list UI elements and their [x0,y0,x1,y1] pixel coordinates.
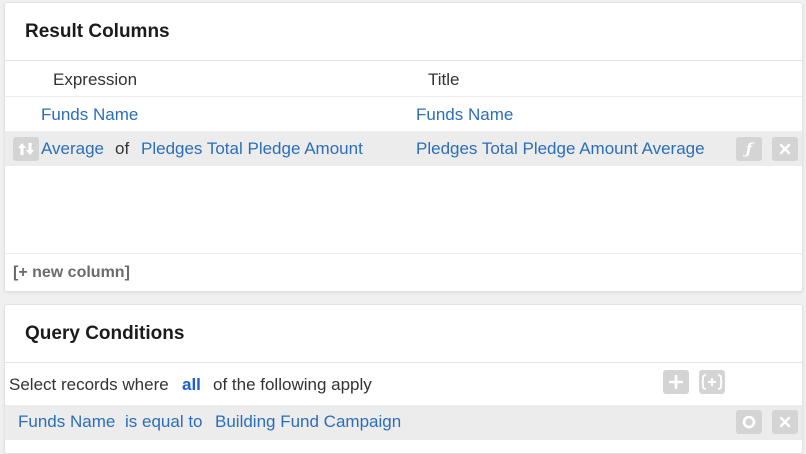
expression-field-link[interactable]: Pledges Total Pledge Amount [141,139,363,159]
circle-icon[interactable] [736,410,762,434]
condition-match-row: Select records where all of the followin… [5,364,802,404]
close-icon[interactable] [772,137,798,161]
columns-header-row: Expression Title [5,62,802,97]
aggregate-function-link[interactable]: Average [41,139,104,159]
condition-operator-link[interactable]: is equal to [125,412,203,432]
new-column-link[interactable]: [+ new column] [13,264,130,282]
match-suffix-label: of the following apply [213,375,372,394]
match-prefix-label: Select records where [9,375,169,394]
sort-arrows-icon[interactable] [13,137,39,161]
condition-value-link[interactable]: Building Fund Campaign [215,412,401,432]
title-header: Title [428,70,460,89]
of-label: of [115,139,130,158]
column-row: Average of Pledges Total Pledge Amount P… [5,132,802,166]
close-icon[interactable] [772,410,798,434]
result-columns-title: Result Columns [5,3,802,61]
function-icon[interactable]: ƒ [736,137,762,161]
expression-header: Expression [53,70,138,89]
condition-field-link[interactable]: Funds Name [18,412,115,432]
query-conditions-panel: Query Conditions Select records where al… [4,304,803,454]
brace-group-icon[interactable] [699,370,725,394]
expression-field-link[interactable]: Funds Name [41,105,138,125]
columns-footer: [+ new column] [5,253,802,291]
query-conditions-title: Query Conditions [5,305,802,363]
column-row: Funds Name Funds Name [5,98,802,132]
condition-row: Funds Name is equal to Building Fund Cam… [5,405,802,440]
column-title-link[interactable]: Funds Name [416,105,513,125]
column-title-link[interactable]: Pledges Total Pledge Amount Average [416,139,705,159]
match-mode-link[interactable]: all [182,375,201,395]
plus-icon[interactable] [663,370,689,394]
result-columns-panel: Result Columns Expression Title Funds Na… [4,2,803,292]
